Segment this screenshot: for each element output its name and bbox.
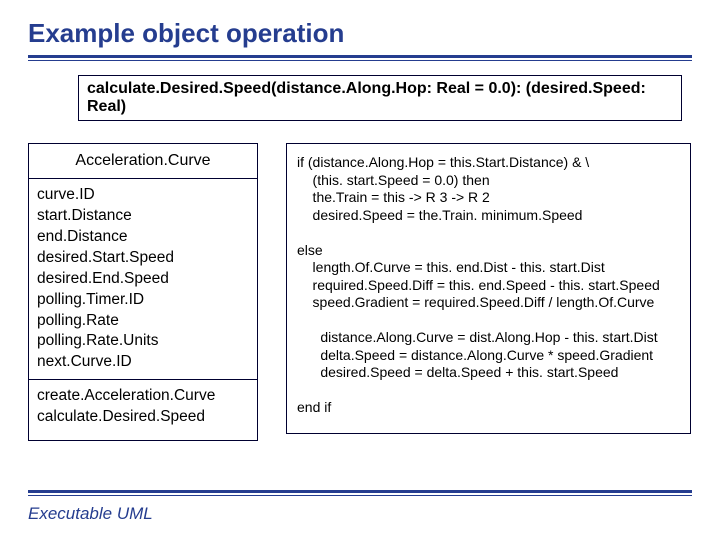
code-box: if (distance.Along.Hop = this.Start.Dist…: [286, 143, 691, 434]
code-text: if (distance.Along.Hop = this.Start.Dist…: [297, 154, 680, 417]
operation-signature-text: calculate.Desired.Speed(distance.Along.H…: [87, 80, 646, 115]
slide-title: Example object operation: [28, 18, 692, 49]
uml-attribute: desired.End.Speed: [37, 269, 249, 290]
footer-label: Executable UML: [28, 504, 153, 524]
uml-attribute: end.Distance: [37, 227, 249, 248]
content-row: Acceleration.Curve curve.ID start.Distan…: [28, 143, 692, 441]
operation-signature-box: calculate.Desired.Speed(distance.Along.H…: [78, 75, 682, 121]
uml-attribute: curve.ID: [37, 185, 249, 206]
uml-operations: create.Acceleration.Curve calculate.Desi…: [29, 380, 257, 440]
uml-class-box: Acceleration.Curve curve.ID start.Distan…: [28, 143, 258, 441]
uml-attribute: polling.Rate.Units: [37, 331, 249, 352]
uml-attribute: next.Curve.ID: [37, 352, 249, 373]
uml-attribute: desired.Start.Speed: [37, 248, 249, 269]
uml-attribute: polling.Rate: [37, 311, 249, 332]
uml-operation: calculate.Desired.Speed: [37, 407, 249, 428]
slide-container: Example object operation calculate.Desir…: [0, 0, 720, 540]
uml-operation: create.Acceleration.Curve: [37, 386, 249, 407]
footer-underline: [28, 490, 692, 496]
uml-class-name: Acceleration.Curve: [29, 144, 257, 179]
uml-attribute: polling.Timer.ID: [37, 290, 249, 311]
title-underline: [28, 55, 692, 61]
uml-attribute: start.Distance: [37, 206, 249, 227]
uml-attributes: curve.ID start.Distance end.Distance des…: [29, 179, 257, 380]
